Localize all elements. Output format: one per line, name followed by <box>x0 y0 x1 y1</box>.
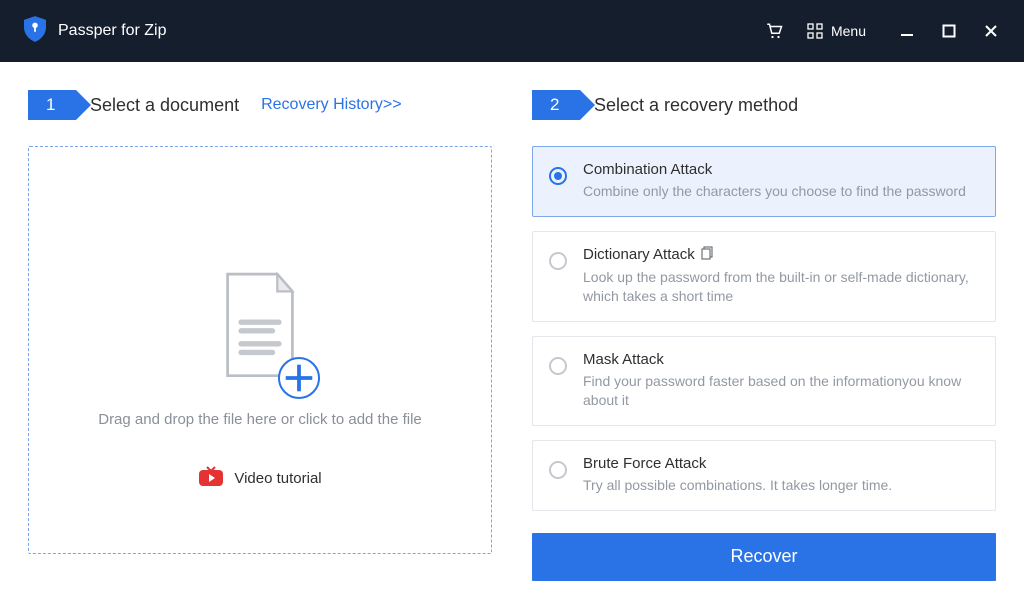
video-tutorial-link[interactable]: Video tutorial <box>198 465 321 491</box>
plus-icon <box>278 357 320 399</box>
radio-icon <box>549 461 567 479</box>
step2-title: Select a recovery method <box>594 95 798 116</box>
method-body: Mask Attack Find your password faster ba… <box>583 351 979 411</box>
method-desc: Find your password faster based on the i… <box>583 372 979 411</box>
shield-icon <box>24 16 46 47</box>
video-icon <box>198 465 224 491</box>
method-desc: Try all possible combinations. It takes … <box>583 476 979 496</box>
method-body: Dictionary Attack Look up the password f… <box>583 246 979 307</box>
radio-icon <box>549 167 567 185</box>
left-panel: 1 Select a document Recovery History>> D… <box>28 90 492 570</box>
minimize-button[interactable] <box>898 22 916 40</box>
recover-button[interactable]: Recover <box>532 533 996 581</box>
cart-icon[interactable] <box>765 22 783 40</box>
method-desc: Combine only the characters you choose t… <box>583 182 979 202</box>
titlebar-right: Menu <box>765 22 1000 40</box>
window-controls <box>898 22 1000 40</box>
close-button[interactable] <box>982 22 1000 40</box>
document-icon <box>216 272 304 385</box>
titlebar-left: Passper for Zip <box>24 16 166 47</box>
video-tutorial-label: Video tutorial <box>234 470 321 487</box>
step2-badge: 2 <box>532 90 580 120</box>
menu-button[interactable]: Menu <box>807 23 866 39</box>
app-title: Passper for Zip <box>58 22 166 40</box>
method-dictionary-attack[interactable]: Dictionary Attack Look up the password f… <box>532 231 996 322</box>
method-body: Brute Force Attack Try all possible comb… <box>583 455 979 496</box>
method-combination-attack[interactable]: Combination Attack Combine only the char… <box>532 146 996 217</box>
method-desc: Look up the password from the built-in o… <box>583 268 979 307</box>
method-list: Combination Attack Combine only the char… <box>532 146 996 511</box>
step2-header: 2 Select a recovery method <box>532 90 996 120</box>
method-title: Mask Attack <box>583 351 979 368</box>
recovery-history-link[interactable]: Recovery History>> <box>261 96 402 114</box>
titlebar: Passper for Zip Menu <box>0 0 1024 62</box>
radio-icon <box>549 357 567 375</box>
method-title: Brute Force Attack <box>583 455 979 472</box>
step1-badge: 1 <box>28 90 76 120</box>
content: 1 Select a document Recovery History>> D… <box>0 62 1024 590</box>
copy-icon <box>701 246 715 264</box>
method-mask-attack[interactable]: Mask Attack Find your password faster ba… <box>532 336 996 426</box>
step1-title: Select a document <box>90 95 239 116</box>
right-panel: 2 Select a recovery method Combination A… <box>532 90 996 570</box>
method-title: Dictionary Attack <box>583 246 979 264</box>
method-body: Combination Attack Combine only the char… <box>583 161 979 202</box>
dropzone-text: Drag and drop the file here or click to … <box>98 411 422 428</box>
file-dropzone[interactable]: Drag and drop the file here or click to … <box>28 146 492 554</box>
menu-label: Menu <box>831 23 866 39</box>
method-title: Combination Attack <box>583 161 979 178</box>
radio-icon <box>549 252 567 270</box>
step1-header: 1 Select a document Recovery History>> <box>28 90 492 120</box>
method-brute-force-attack[interactable]: Brute Force Attack Try all possible comb… <box>532 440 996 511</box>
maximize-button[interactable] <box>940 22 958 40</box>
